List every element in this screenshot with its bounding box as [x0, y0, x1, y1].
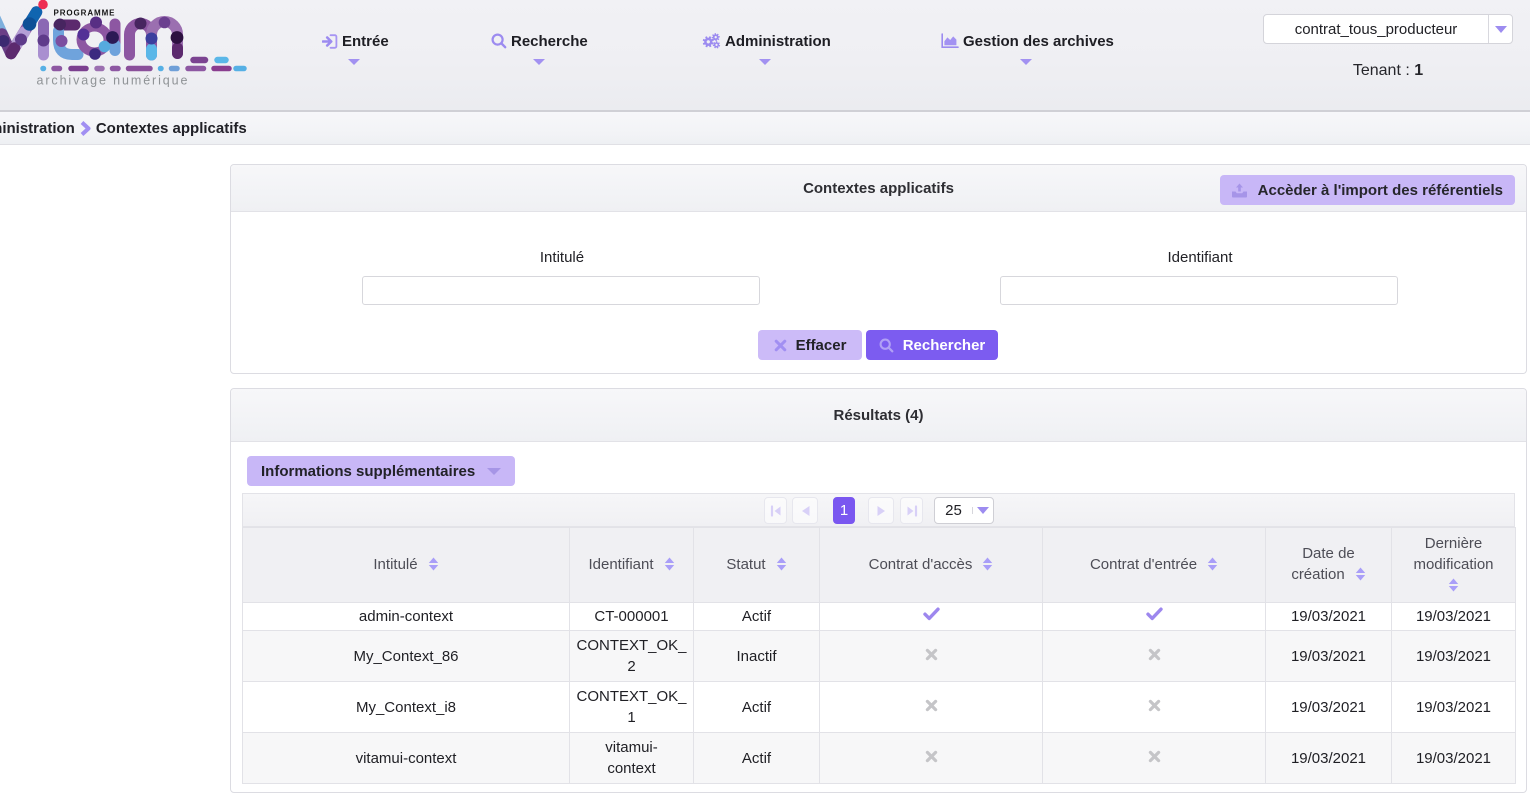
svg-text:PROGRAMME: PROGRAMME — [54, 9, 116, 18]
svg-text:archivage numérique: archivage numérique — [37, 74, 190, 88]
